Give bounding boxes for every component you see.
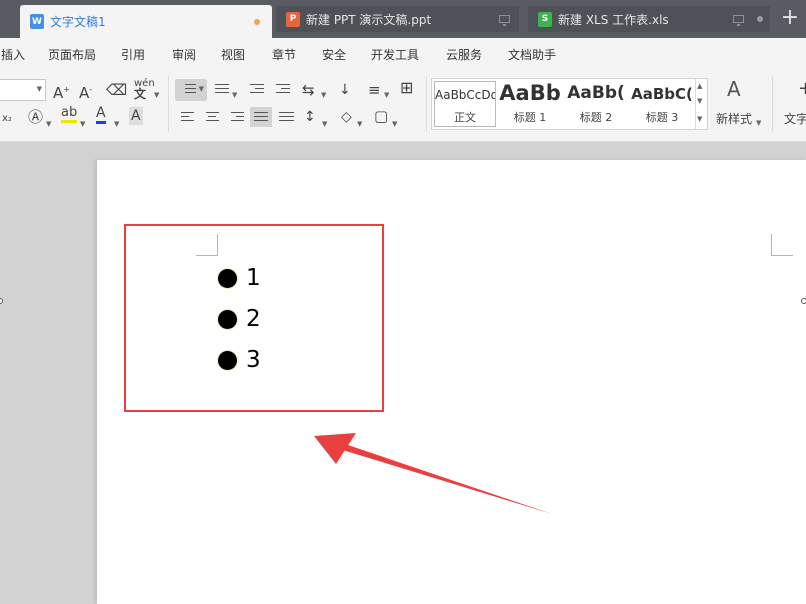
justify-icon (254, 112, 268, 124)
chevron-down-icon[interactable]: ▼ (384, 86, 389, 104)
ribbon-divider (772, 76, 773, 132)
menu-insert[interactable]: 插入 (1, 46, 25, 63)
text-tool-label[interactable]: 文字 (784, 110, 806, 128)
style-name: 标题 3 (645, 111, 679, 124)
table-border-icon[interactable]: ⊞ (400, 79, 413, 97)
shading-icon[interactable]: ◇ (341, 108, 352, 126)
margin-corner-mark (771, 234, 793, 256)
expand-gallery-icon[interactable]: ▼ (697, 115, 702, 123)
text-tool-icon[interactable]: + (798, 80, 806, 98)
tab-label: 文字文稿1 (50, 15, 106, 29)
menu-security[interactable]: 安全 (322, 46, 346, 63)
menu-section[interactable]: 章节 (272, 46, 296, 63)
chevron-down-icon[interactable]: ▼ (357, 115, 362, 133)
tab-spreadsheet[interactable]: S 新建 XLS 工作表.xls (528, 6, 770, 32)
paragraph-spacing-icon[interactable]: ↕ (304, 108, 316, 126)
justify-button[interactable] (250, 107, 272, 127)
align-center-icon[interactable] (206, 112, 219, 124)
text-effect-icon[interactable]: Ⓐ (28, 108, 43, 126)
chevron-down-icon[interactable]: ▼ (697, 97, 702, 105)
menu-developer-tools[interactable]: 开发工具 (371, 46, 419, 63)
phonetic-guide-icon[interactable]: wén 文 (134, 79, 155, 101)
line-spacing-icon[interactable]: ≡ (368, 81, 381, 99)
distribute-icon[interactable] (279, 112, 294, 124)
decrease-font-icon[interactable]: A- (79, 81, 92, 102)
clear-format-icon[interactable]: ⌫ (106, 81, 127, 99)
decrease-indent-icon[interactable] (250, 84, 264, 96)
presentation-icon: P (286, 11, 300, 27)
chevron-up-icon[interactable]: ▲ (697, 82, 702, 90)
style-sample: AaBbCcDd (435, 88, 495, 102)
style-sample: AaBb (499, 81, 561, 105)
new-style-icon[interactable]: A (727, 79, 741, 99)
annotation-highlight-box (124, 224, 384, 412)
menu-bar: 插入 页面布局 引用 审阅 视图 章节 安全 开发工具 云服务 文档助手 (0, 38, 806, 70)
monitor-icon[interactable] (498, 15, 510, 26)
chevron-down-icon[interactable]: ▼ (154, 86, 159, 104)
unsaved-dot-icon (254, 18, 260, 25)
menu-cloud-services[interactable]: 云服务 (446, 46, 482, 63)
tab-presentation[interactable]: P 新建 PPT 演示文稿.ppt (276, 6, 519, 32)
subscript-icon[interactable]: x₂ (2, 110, 12, 128)
style-heading-1[interactable]: AaBb 标题 1 (498, 79, 562, 129)
chevron-down-icon[interactable]: ▼ (80, 115, 85, 133)
chevron-down-icon[interactable]: ▼ (321, 86, 326, 104)
chevron-down-icon[interactable]: ▼ (114, 115, 119, 133)
border-icon[interactable]: ▢ (374, 107, 388, 125)
align-left-icon[interactable] (181, 112, 194, 124)
resize-handle[interactable] (801, 298, 806, 304)
text-direction-icon[interactable]: ⇆ (302, 81, 315, 99)
style-heading-2[interactable]: AaBb( 标题 2 (564, 79, 628, 129)
tab-bar: W 文字文稿1 P 新建 PPT 演示文稿.ppt S 新建 XLS 工作表.x… (0, 0, 806, 38)
style-name: 标题 1 (513, 111, 547, 124)
menu-references[interactable]: 引用 (121, 46, 145, 63)
spreadsheet-icon: S (538, 11, 552, 27)
style-heading-3[interactable]: AaBbC( 标题 3 (630, 79, 694, 129)
increase-indent-icon[interactable] (276, 84, 290, 96)
chevron-down-icon[interactable]: ▼ (46, 115, 51, 133)
tab-dot-icon (757, 16, 764, 22)
menu-page-layout[interactable]: 页面布局 (48, 46, 96, 63)
tab-label: 新建 XLS 工作表.xls (558, 12, 669, 27)
sort-icon[interactable]: ↓ (339, 81, 351, 99)
monitor-icon[interactable] (732, 15, 744, 26)
menu-doc-assistant[interactable]: 文档助手 (508, 46, 556, 63)
chevron-down-icon[interactable]: ▼ (756, 114, 761, 132)
style-sample: AaBb( (567, 83, 625, 103)
style-gallery: AaBbCcDd 正文 AaBb 标题 1 AaBb( 标题 2 AaBbC( … (431, 78, 708, 130)
bullet-list-icon (180, 84, 196, 96)
new-tab-button[interactable]: + (778, 6, 802, 32)
char-shading-icon[interactable]: A (129, 107, 143, 125)
ribbon-divider (426, 76, 427, 132)
style-sample: AaBbC( (631, 85, 693, 103)
writer-icon: W (30, 14, 44, 29)
gallery-scroll[interactable]: ▲ ▼ ▼ (695, 79, 707, 129)
chevron-down-icon[interactable]: ▼ (392, 115, 397, 133)
increase-font-icon[interactable]: A+ (53, 81, 70, 102)
style-name: 标题 2 (579, 111, 613, 124)
tab-label: 新建 PPT 演示文稿.ppt (306, 12, 432, 27)
menu-review[interactable]: 审阅 (172, 46, 196, 63)
style-normal[interactable]: AaBbCcDd 正文 (434, 81, 496, 127)
align-right-icon[interactable] (231, 112, 244, 124)
menu-view[interactable]: 视图 (221, 46, 245, 63)
tab-writer-document[interactable]: W 文字文稿1 (20, 5, 272, 38)
chevron-down-icon[interactable]: ▼ (322, 115, 327, 133)
style-name: 正文 (454, 111, 476, 124)
numbered-list-icon[interactable] (215, 84, 229, 96)
ribbon-toolbar: ▼ A+ A- ⌫ wén 文 ▼ x₂ Ⓐ ▼ ab ▼ A ▼ A ▼ ▼ ⇆… (0, 70, 806, 142)
highlight-color-icon[interactable]: ab (61, 106, 78, 123)
bullet-list-button[interactable]: ▼ (175, 79, 207, 101)
font-color-icon[interactable]: A (96, 106, 106, 124)
new-style-label[interactable]: 新样式 (716, 110, 752, 128)
ribbon-divider (168, 76, 169, 132)
font-size-select[interactable]: ▼ (0, 79, 46, 101)
chevron-down-icon[interactable]: ▼ (232, 86, 237, 104)
